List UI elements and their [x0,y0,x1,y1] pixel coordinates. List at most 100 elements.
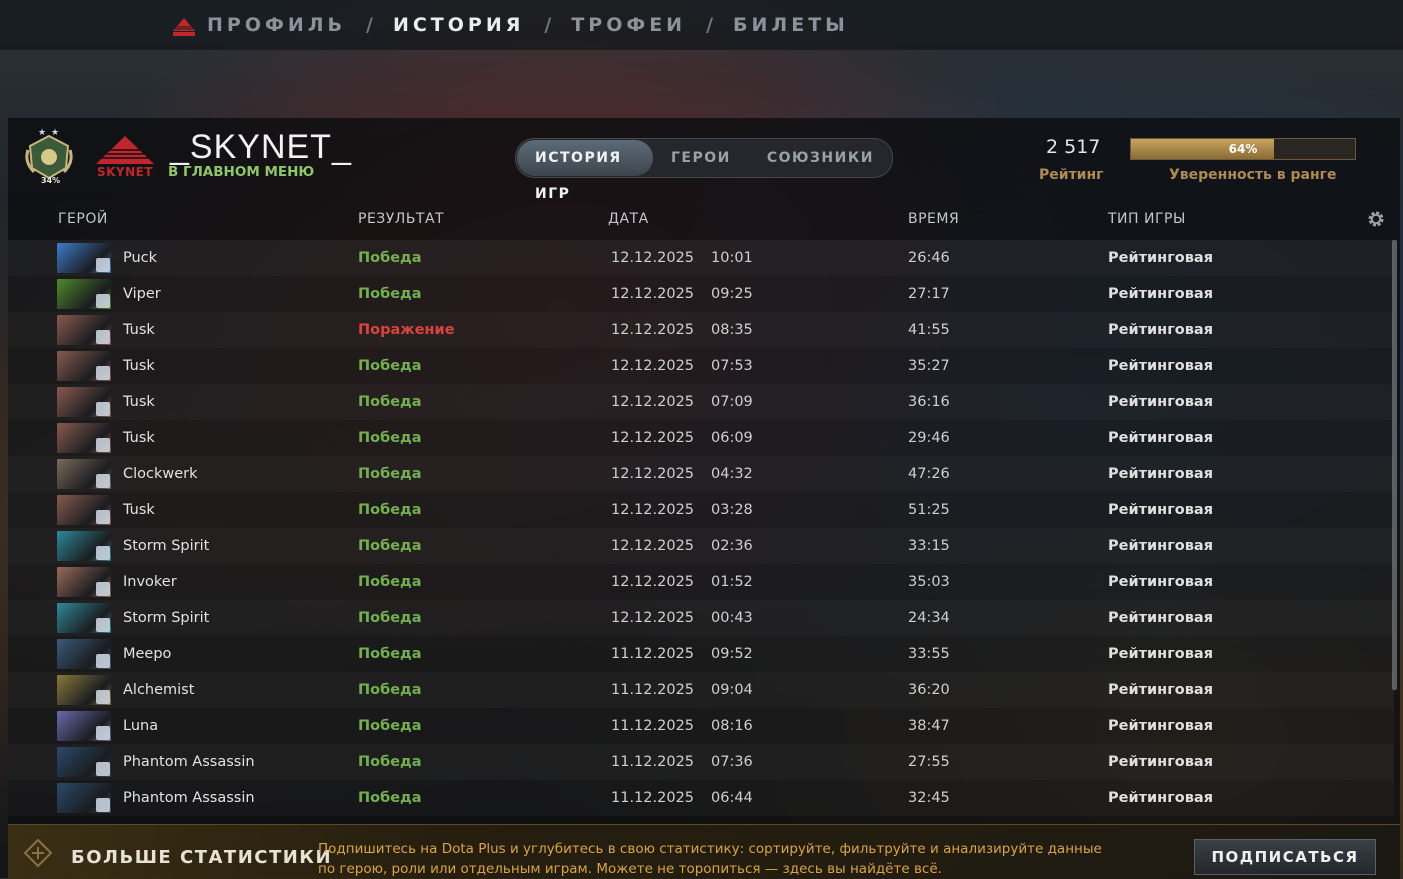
match-duration: 29:46 [908,430,950,446]
hero-portrait-icon [57,711,111,741]
profile-header: ★ ★ 34% SKYNET _SKYNET_ В ГЛАВНОМ МЕНЮ И… [8,118,1400,202]
hero-role-icon [96,762,110,776]
subscribe-button[interactable]: ПОДПИСАТЬСЯ [1194,839,1376,875]
match-result: Победа [358,538,422,554]
match-result: Победа [358,430,422,446]
game-type: Рейтинговая [1108,754,1214,770]
table-row[interactable]: Meepo Победа 11.12.2025 09:52 33:55 Рейтингов… [8,636,1394,672]
hero-name: Tusk [123,430,155,446]
promo-title: БОЛЬШЕ СТАТИСТИКИ [71,847,333,868]
tab-0[interactable]: ИСТОРИЯ ИГР [517,140,653,202]
hero-role-icon [96,654,110,668]
game-type: Рейтинговая [1108,682,1214,698]
hero-portrait-icon [57,243,111,273]
team-logo-text: SKYNET [96,165,154,179]
column-duration[interactable]: ВРЕМЯ [908,211,959,227]
nav-separator: / [544,14,552,36]
hero-portrait-icon [57,387,111,417]
column-date[interactable]: ДАТА [608,211,649,227]
hero-role-icon [96,510,110,524]
game-type: Рейтинговая [1108,610,1214,626]
hero-role-icon [96,546,110,560]
column-result[interactable]: РЕЗУЛЬТАТ [358,211,444,227]
column-game-type[interactable]: ТИП ИГРЫ [1108,211,1186,227]
table-row[interactable]: Storm Spirit Победа 12.12.2025 00:43 24:34 Ре… [8,600,1394,636]
match-list: Puck Победа 12.12.2025 10:01 26:46 Рейтингова… [8,240,1394,816]
match-duration: 26:46 [908,250,950,266]
game-type: Рейтинговая [1108,466,1214,482]
table-row[interactable]: Tusk Победа 12.12.2025 07:09 36:16 Рейтингова… [8,384,1394,420]
game-type: Рейтинговая [1108,538,1214,554]
hero-role-icon [96,438,110,452]
table-row[interactable]: Phantom Assassin Победа 11.12.2025 06:44 32:… [8,780,1394,816]
match-result: Победа [358,358,422,374]
match-duration: 38:47 [908,718,950,734]
match-duration: 32:45 [908,790,950,806]
match-result: Победа [358,646,422,662]
table-row[interactable]: Luna Победа 11.12.2025 08:16 38:47 Рейтингова… [8,708,1394,744]
nav-tabs: ПРОФИЛЬ / ИСТОРИЯ / ТРОФЕИ / БИЛЕТЫ [207,14,849,36]
confidence-percent: 64% [1228,142,1258,156]
hero-portrait-icon [57,279,111,309]
game-type: Рейтинговая [1108,358,1214,374]
nav-tab-0[interactable]: ПРОФИЛЬ [207,14,346,36]
hero-role-icon [96,474,110,488]
column-hero[interactable]: ГЕРОЙ [58,211,108,227]
nav-tab-3[interactable]: БИЛЕТЫ [733,14,849,36]
nav-separator: / [706,14,714,36]
match-duration: 36:16 [908,394,950,410]
hero-portrait-icon [57,495,111,525]
table-row[interactable]: Tusk Победа 12.12.2025 07:53 35:27 Рейтингова… [8,348,1394,384]
scrollbar[interactable] [1392,240,1397,690]
match-time: 09:04 [711,682,753,698]
match-time: 06:44 [711,790,753,806]
match-date: 11.12.2025 [611,646,695,662]
hero-role-icon [96,582,110,596]
match-result: Победа [358,754,422,770]
svg-text:★: ★ [51,128,59,138]
match-time: 07:09 [711,394,753,410]
match-time: 04:32 [711,466,753,482]
confidence-label: Уверенность в ранге [1169,167,1337,183]
hero-portrait-icon [57,423,111,453]
match-duration: 47:26 [908,466,950,482]
svg-text:★: ★ [38,128,46,138]
tab-1[interactable]: ГЕРОИ [653,140,749,176]
hero-portrait-icon [57,783,111,813]
top-navigation: ПРОФИЛЬ / ИСТОРИЯ / ТРОФЕИ / БИЛЕТЫ [0,0,1403,50]
table-row[interactable]: Tusk Победа 12.12.2025 06:09 29:46 Рейтингова… [8,420,1394,456]
table-row[interactable]: Alchemist Победа 11.12.2025 09:04 36:20 Рейти… [8,672,1394,708]
dota-plus-promo: БОЛЬШЕ СТАТИСТИКИ Подпишитесь на Dota Pl… [8,824,1400,879]
match-duration: 51:25 [908,502,950,518]
hero-name: Luna [123,718,159,734]
nav-tab-2[interactable]: ТРОФЕИ [571,14,686,36]
hero-name: Phantom Assassin [123,754,255,770]
table-row[interactable]: Storm Spirit Победа 12.12.2025 02:36 33:15 Ре… [8,528,1394,564]
hero-name: Alchemist [123,682,195,698]
match-history-panel: ★ ★ 34% SKYNET _SKYNET_ В ГЛАВНОМ МЕНЮ И… [8,118,1400,824]
match-duration: 33:15 [908,538,950,554]
hero-name: Tusk [123,394,155,410]
tab-2[interactable]: СОЮЗНИКИ [749,140,892,176]
match-time: 03:28 [711,502,753,518]
table-row[interactable]: Clockwerk Победа 12.12.2025 04:32 47:26 Рейти… [8,456,1394,492]
nav-tab-1[interactable]: ИСТОРИЯ [393,14,524,36]
table-row[interactable]: Phantom Assassin Победа 11.12.2025 07:36 27:… [8,744,1394,780]
gear-icon[interactable] [1366,209,1386,229]
game-type: Рейтинговая [1108,250,1214,266]
table-row[interactable]: Tusk Победа 12.12.2025 03:28 51:25 Рейтингова… [8,492,1394,528]
match-date: 12.12.2025 [611,358,695,374]
match-date: 12.12.2025 [611,286,695,302]
game-type: Рейтинговая [1108,286,1214,302]
game-type: Рейтинговая [1108,430,1214,446]
hero-name: Storm Spirit [123,538,210,554]
table-row[interactable]: Puck Победа 12.12.2025 10:01 26:46 Рейтингова… [8,240,1394,276]
nav-separator: / [366,14,373,36]
match-time: 07:36 [711,754,753,770]
table-row[interactable]: Tusk Поражение 12.12.2025 08:35 41:55 Рейтинг… [8,312,1394,348]
table-row[interactable]: Viper Победа 12.12.2025 09:25 27:17 Рейтингов… [8,276,1394,312]
table-row[interactable]: Invoker Победа 12.12.2025 01:52 35:03 Рейтинг… [8,564,1394,600]
match-date: 11.12.2025 [611,790,695,806]
skynet-logo-icon [173,18,195,36]
rating-value: 2 517 [1046,136,1101,158]
